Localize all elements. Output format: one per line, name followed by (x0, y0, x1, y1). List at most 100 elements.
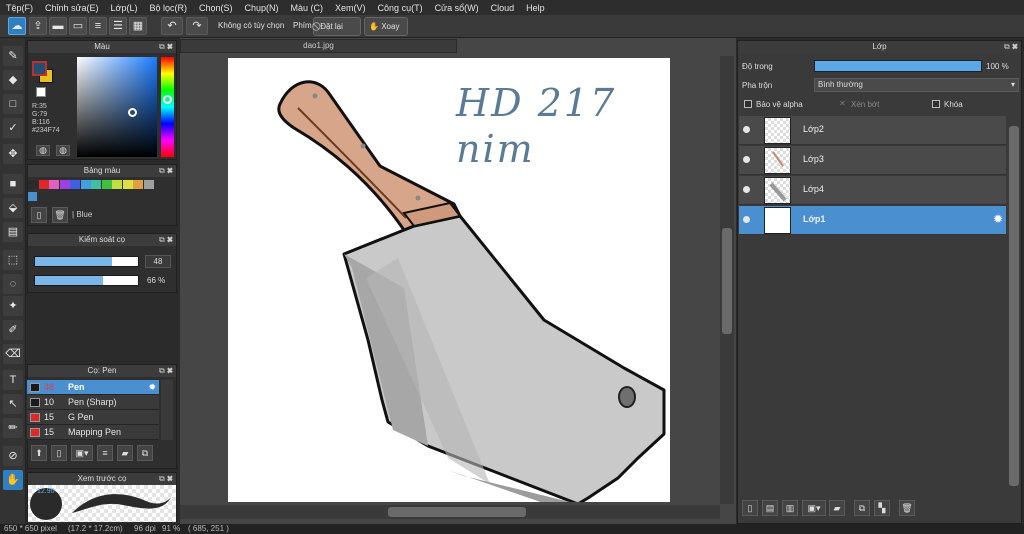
palette-swatch[interactable] (122, 180, 133, 189)
copy-icon[interactable]: ⧉ (137, 445, 153, 461)
brush-size-slider[interactable] (34, 256, 139, 267)
select-pen-icon[interactable]: ✐ (3, 320, 23, 340)
eye-icon[interactable] (743, 126, 750, 133)
rect-select-icon[interactable]: ⬚ (3, 250, 23, 270)
redo-icon[interactable]: ↷ (186, 17, 208, 35)
palette-swatch[interactable] (91, 180, 101, 189)
saturation-value-square[interactable] (77, 57, 157, 157)
reset-button[interactable]: ⃠ Đặt lại (313, 17, 361, 36)
menu-tools[interactable]: Công cụ(T) (372, 3, 429, 13)
layer-opacity-slider[interactable] (814, 60, 982, 72)
menu-file[interactable]: Tệp(F) (0, 3, 39, 13)
doc-icon[interactable]: ≡ (89, 17, 107, 35)
color-history-icon[interactable]: ◍ (36, 145, 50, 156)
document-tab[interactable]: dao1.jpg (180, 39, 457, 53)
palette-swatch[interactable] (38, 180, 49, 189)
palette-swatch[interactable] (101, 180, 112, 189)
menu-view[interactable]: Xem(V) (329, 3, 372, 13)
color-mix-icon[interactable]: ◍ (56, 145, 70, 156)
new-8bit-layer-icon[interactable]: ▥ (782, 500, 798, 516)
eye-icon[interactable] (743, 186, 750, 193)
clipping-icon[interactable]: ✕ (839, 99, 846, 108)
rotate-button[interactable]: ✋ Xoay (364, 17, 408, 36)
share-icon[interactable]: ⇪ (29, 17, 47, 35)
delete-palette-icon[interactable]: 🗑 (52, 207, 68, 223)
brush-size-value[interactable]: 48 (145, 255, 171, 268)
palette-selected-swatch[interactable] (28, 192, 37, 201)
folder-icon[interactable]: ▰ (117, 445, 133, 461)
select-eraser-icon[interactable]: ⌫ (3, 344, 23, 364)
brush-opacity-slider[interactable] (34, 275, 139, 286)
lock-checkbox[interactable] (932, 100, 940, 108)
canvas-vertical-scrollbar[interactable] (720, 56, 734, 504)
gradient-tool-icon[interactable]: ▤ (3, 222, 23, 242)
operation-tool-icon[interactable]: ↖ (3, 394, 23, 414)
color-picker-handle[interactable] (128, 108, 137, 117)
merge-layer-icon[interactable]: ▚ (874, 500, 890, 516)
fill-rect-tool-icon[interactable]: ■ (3, 174, 23, 194)
palette-swatch[interactable] (28, 180, 38, 189)
brush-list-scrollbar[interactable] (161, 380, 173, 440)
layers-scrollbar[interactable] (1007, 116, 1021, 496)
menu-color[interactable]: Màu (C) (285, 3, 330, 13)
panel-controls[interactable]: ⧉ ✖ (159, 473, 173, 485)
scroll-thumb[interactable] (1009, 126, 1019, 486)
panel-controls[interactable]: ⧉ ✖ (159, 41, 173, 53)
new-halftone-layer-icon[interactable]: ▤ (762, 500, 778, 516)
blend-mode-select[interactable]: Bình thường ▾ (814, 78, 1019, 92)
hue-handle[interactable] (163, 95, 172, 104)
menu-filter[interactable]: Bộ lọc(R) (143, 3, 193, 13)
layer-row-lop4[interactable]: Lớp4 (739, 176, 1006, 205)
gear-icon[interactable]: ✹ (993, 212, 1003, 226)
magic-wand-icon[interactable]: ✦ (3, 296, 23, 316)
menu-help[interactable]: Help (520, 3, 551, 13)
comment-icon[interactable]: ▬ (49, 17, 67, 35)
layer-menu-icon[interactable]: ▣▾ (802, 500, 826, 516)
new-layer-icon[interactable]: ▯ (742, 500, 758, 516)
layer-row-lop2[interactable]: Lớp2 (739, 116, 1006, 145)
eraser-tool-icon[interactable]: ◆ (3, 70, 23, 90)
canvas-horizontal-scrollbar[interactable] (180, 505, 720, 519)
palette-swatch[interactable] (70, 180, 80, 189)
brush-tool-icon[interactable]: ✎ (3, 46, 23, 66)
brush-item-pen[interactable]: 48 Pen ✹ (27, 380, 159, 395)
move-tool-icon[interactable]: ✥ (3, 144, 23, 164)
layer-row-lop1[interactable]: Lớp1 ✹ (739, 206, 1006, 235)
layer-folder-icon[interactable]: ▰ (829, 500, 845, 516)
palette-swatch[interactable] (59, 180, 70, 189)
chat-icon[interactable]: ▭ (69, 17, 87, 35)
gear-icon[interactable]: ✹ (148, 380, 156, 395)
scroll-thumb[interactable] (388, 507, 526, 517)
undo-icon[interactable]: ↶ (161, 17, 183, 35)
panel-controls[interactable]: ⧉ ✖ (159, 365, 173, 377)
menu-cloud[interactable]: Cloud (485, 3, 521, 13)
hue-bar[interactable] (161, 57, 174, 157)
brush-doc-icon[interactable]: ≡ (97, 445, 113, 461)
layer-row-lop3[interactable]: Lớp3 (739, 146, 1006, 175)
text-tool-icon[interactable]: T (3, 370, 23, 390)
palette-swatch[interactable] (49, 180, 59, 189)
panel-controls[interactable]: ⧉ ✖ (159, 234, 173, 246)
panel-controls[interactable]: ⧉ ✖ (159, 165, 173, 177)
menu-window[interactable]: Cửa sổ(W) (429, 3, 485, 13)
panel-controls[interactable]: ⧉ ✖ (1004, 41, 1018, 53)
delete-layer-icon[interactable]: 🗑 (899, 500, 915, 516)
new-brush-icon[interactable]: ▯ (51, 445, 67, 461)
palette-swatch[interactable] (112, 180, 122, 189)
lasso-select-icon[interactable]: ◌ (3, 274, 23, 294)
list-icon[interactable]: ☰ (109, 17, 127, 35)
scroll-thumb[interactable] (722, 228, 732, 334)
duplicate-layer-icon[interactable]: ⧉ (854, 500, 870, 516)
hand-tool-icon[interactable]: ✋ (3, 470, 23, 490)
pen-tool-icon[interactable]: ✓ (3, 118, 23, 138)
brush-item-mapping-pen[interactable]: 15 Mapping Pen (27, 425, 159, 440)
eye-icon[interactable] (743, 216, 750, 223)
drawing-canvas[interactable]: HD 217 nim (228, 58, 670, 502)
protect-alpha-checkbox[interactable] (744, 100, 752, 108)
palette-swatch[interactable] (143, 180, 154, 189)
eyedropper-icon[interactable]: ⊘ (3, 446, 23, 466)
shape-tool-icon[interactable]: □ (3, 94, 23, 114)
cloud-icon[interactable]: ☁ (8, 17, 26, 35)
menu-capture[interactable]: Chụp(N) (239, 3, 285, 13)
brush-item-pen-sharp[interactable]: 10 Pen (Sharp) (27, 395, 159, 410)
